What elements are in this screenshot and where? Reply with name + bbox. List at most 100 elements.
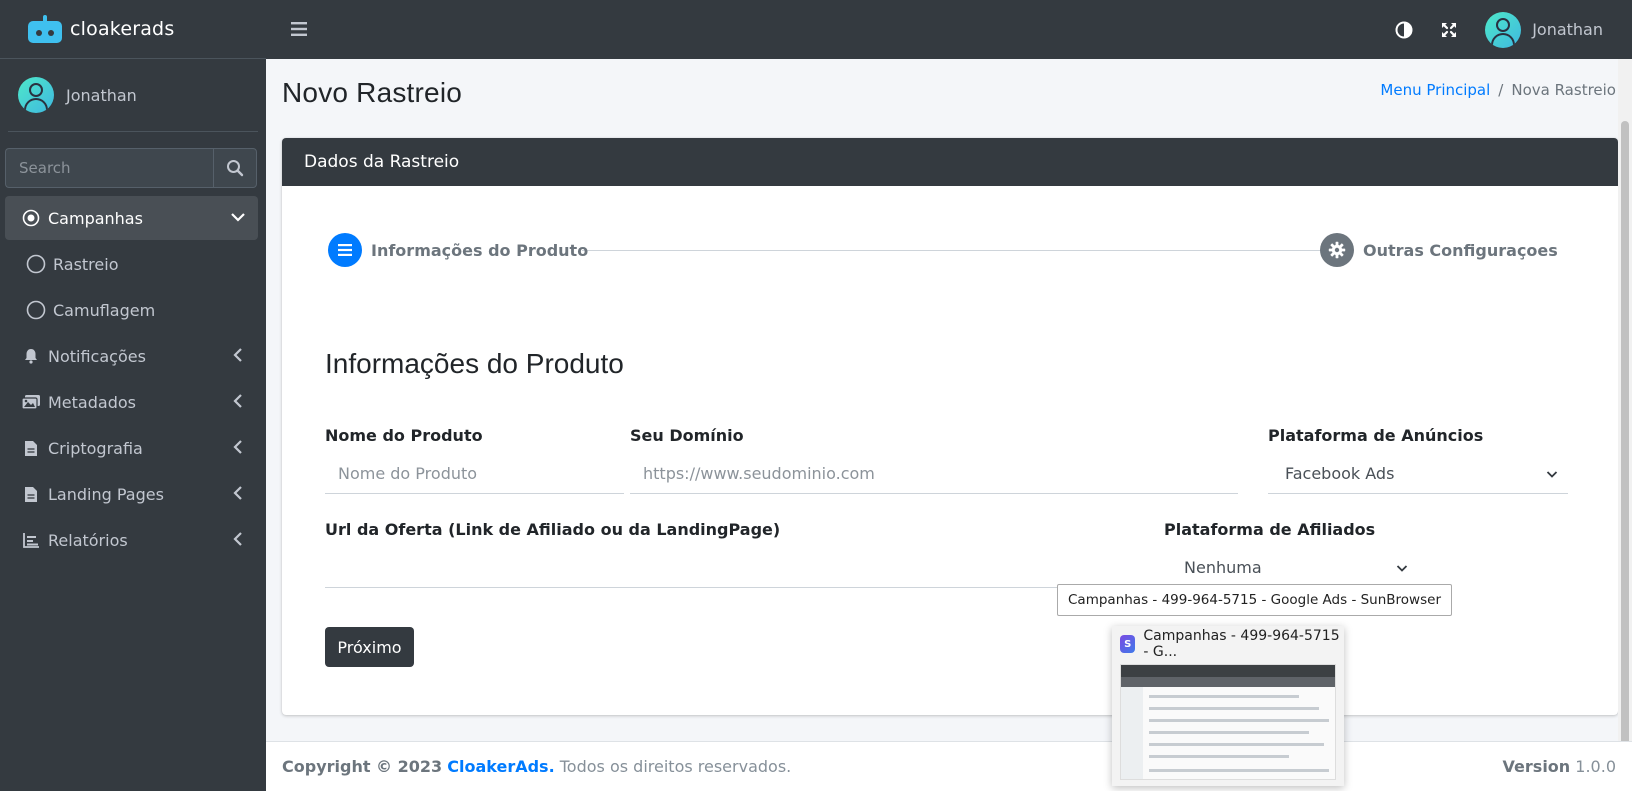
footer-brand-link[interactable]: CloakerAds. [447, 757, 554, 776]
footer-version: Version 1.0.0 [1503, 757, 1616, 776]
stepper: Informações do Produto Outras Configuraç… [282, 186, 1618, 306]
images-icon [20, 394, 42, 410]
sidebar-item-label: Rastreio [53, 254, 119, 274]
sidebar-item-label: Metadados [48, 392, 136, 412]
chevron-left-icon [230, 531, 246, 551]
ad-platform-selected: Facebook Ads [1285, 464, 1395, 483]
search-input[interactable] [5, 148, 213, 188]
product-name-field-wrap [325, 454, 624, 494]
browser-favicon-icon: S [1120, 635, 1136, 653]
preview-thumbnail [1120, 664, 1336, 780]
window-tooltip: Campanhas - 499-964-5715 - Google Ads - … [1057, 584, 1452, 616]
ad-platform-select[interactable]: Facebook Ads [1268, 454, 1568, 494]
search-button[interactable] [213, 148, 257, 188]
sidebar-user-name: Jonathan [66, 85, 137, 105]
sidebar-nav: Campanhas Rastreio Camuflagem Notificaçõ… [0, 196, 266, 562]
user-menu[interactable]: Jonathan [1485, 11, 1603, 48]
breadcrumb-home-link[interactable]: Menu Principal [1380, 81, 1490, 99]
content-wrapper: Novo Rastreio Menu Principal / Nova Rastre… [266, 59, 1632, 741]
domain-label: Seu Domínio [630, 426, 744, 445]
file-icon [20, 440, 42, 457]
affiliate-platform-label: Plataforma de Afiliados [1164, 520, 1376, 539]
product-name-label: Nome do Produto [325, 426, 483, 445]
offer-url-label: Url da Oferta (Link de Afiliado ou da La… [325, 520, 781, 539]
breadcrumb-separator: / [1498, 81, 1504, 99]
next-button[interactable]: Próximo [325, 627, 414, 667]
bell-icon [20, 348, 42, 364]
avatar [18, 77, 54, 113]
top-navbar: Jonathan [266, 0, 1632, 59]
avatar [1485, 11, 1522, 48]
header-user-name: Jonathan [1532, 20, 1603, 39]
sidebar-item-camuflagem[interactable]: Camuflagem [5, 288, 258, 332]
tracking-form-card: Dados da Rastreio Informações do Produto… [282, 138, 1618, 715]
circle-icon [25, 254, 47, 274]
step-label: Informações do Produto [371, 240, 589, 260]
brand-link[interactable]: cloakerads [0, 0, 266, 59]
affiliate-platform-select[interactable]: Nenhuma [1118, 548, 1418, 588]
sidebar-item-label: Camuflagem [53, 300, 156, 320]
step-label: Outras Configuraçoes [1363, 240, 1558, 260]
sidebar-item-label: Criptografia [48, 438, 143, 458]
page-title: Novo Rastreio [282, 77, 463, 108]
copyright-text: Copyright © 2023 [282, 757, 443, 776]
scrollbar-thumb[interactable] [1621, 121, 1629, 791]
chevron-left-icon [230, 347, 246, 367]
file-icon [20, 486, 42, 503]
chevron-down-icon [1546, 470, 1558, 478]
version-label: Version [1502, 757, 1571, 776]
sidebar-item-label: Landing Pages [48, 484, 164, 504]
sidebar-item-label: Notificações [48, 346, 146, 366]
ad-platform-label: Plataforma de Anúncios [1268, 426, 1484, 445]
rights-text: Todos os direitos reservados. [559, 757, 792, 776]
sidebar-item-criptografia[interactable]: Criptografia [5, 426, 258, 470]
sidebar-item-metadados[interactable]: Metadados [5, 380, 258, 424]
menu-toggle-icon[interactable] [291, 21, 307, 40]
card-header: Dados da Rastreio [282, 138, 1618, 186]
brand-name: cloakerads [70, 18, 175, 40]
sidebar-item-relatorios[interactable]: Relatórios [5, 518, 258, 562]
sidebar-user-panel[interactable]: Jonathan [8, 59, 258, 132]
stepper-line [582, 250, 1338, 251]
domain-input[interactable] [630, 454, 1238, 493]
product-name-input[interactable] [325, 454, 624, 493]
sidebar-item-landing-pages[interactable]: Landing Pages [5, 472, 258, 516]
sidebar-item-label: Campanhas [48, 208, 143, 228]
dark-mode-toggle-icon[interactable] [1395, 21, 1413, 39]
taskbar-window-preview[interactable]: S Campanhas - 499-964-5715 - G... [1112, 626, 1344, 786]
offer-url-field-wrap [325, 548, 1115, 588]
sidebar-item-notificacoes[interactable]: Notificações [5, 334, 258, 378]
footer-copyright: Copyright © 2023 CloakerAds. Todos os di… [282, 757, 791, 776]
dot-circle-icon [20, 209, 42, 227]
sidebar: cloakerads Jonathan Campanhas Rastreio [0, 0, 266, 791]
preview-title: Campanhas - 499-964-5715 - G... [1143, 628, 1340, 660]
chevron-left-icon [230, 393, 246, 413]
section-title: Informações do Produto [325, 348, 624, 379]
affiliate-platform-selected: Nenhuma [1184, 558, 1262, 577]
top-right-controls: Jonathan [1395, 0, 1632, 59]
breadcrumb-current: Nova Rastreio [1511, 81, 1616, 99]
breadcrumb: Menu Principal / Nova Rastreio [1380, 81, 1616, 99]
footer: Copyright © 2023 CloakerAds. Todos os di… [266, 741, 1632, 791]
offer-url-input[interactable] [325, 548, 1115, 587]
fullscreen-icon[interactable] [1441, 22, 1457, 38]
list-icon [328, 233, 362, 267]
chevron-down-icon [1396, 564, 1408, 572]
preview-header: S Campanhas - 499-964-5715 - G... [1112, 626, 1344, 662]
sidebar-search [5, 148, 257, 188]
sidebar-item-campanhas[interactable]: Campanhas [5, 196, 258, 240]
step-other-settings[interactable]: Outras Configuraçoes [1320, 233, 1558, 267]
gear-icon [1320, 233, 1354, 267]
chart-bar-icon [20, 532, 42, 548]
chevron-down-icon [230, 209, 246, 229]
step-product-info[interactable]: Informações do Produto [328, 233, 588, 267]
chevron-left-icon [230, 485, 246, 505]
sidebar-item-label: Relatórios [48, 530, 128, 550]
robot-logo-icon [28, 15, 62, 43]
page-scrollbar[interactable] [1618, 59, 1632, 791]
domain-field-wrap [630, 454, 1238, 494]
version-number: 1.0.0 [1575, 757, 1616, 776]
search-icon [227, 160, 244, 177]
sidebar-item-rastreio[interactable]: Rastreio [5, 242, 258, 286]
circle-icon [25, 300, 47, 320]
